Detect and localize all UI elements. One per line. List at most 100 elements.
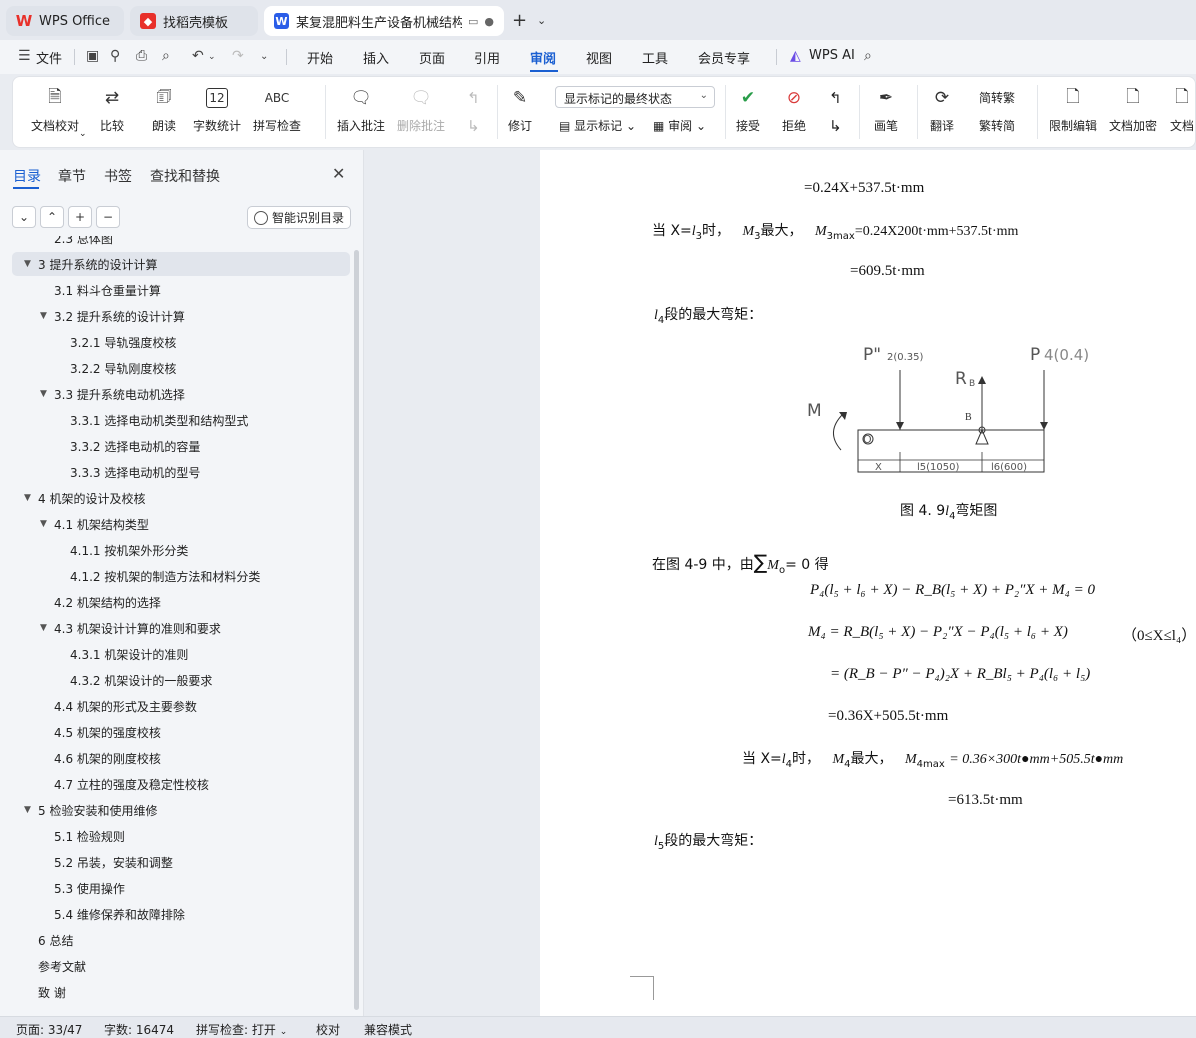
menu-wps-ai[interactable]: WPS AI: [809, 48, 855, 63]
caret-down-icon[interactable]: ▼: [40, 623, 54, 633]
link-icon[interactable]: ⚲: [110, 48, 120, 64]
accept-button[interactable]: ✔ 接受: [735, 85, 761, 134]
reject-button[interactable]: ⊘ 拒绝: [781, 85, 807, 134]
print-preview-icon[interactable]: ⌕: [162, 48, 170, 64]
word-count-button[interactable]: 12 字数统计: [193, 85, 241, 134]
revise-button[interactable]: ✎ 修订: [507, 85, 533, 134]
toc-item[interactable]: 致 谢: [24, 980, 66, 1004]
delete-comment-button[interactable]: 🗨 删除批注: [397, 85, 445, 134]
menu-page[interactable]: 页面: [419, 48, 445, 67]
page-indicator[interactable]: 页面: 33/47: [16, 1021, 82, 1038]
redo-icon[interactable]: ↷: [232, 48, 244, 64]
undo-icon[interactable]: ↶: [192, 48, 204, 64]
menu-file[interactable]: 文件: [36, 48, 62, 67]
tab-bookmarks[interactable]: 书签: [104, 166, 132, 186]
toc-item[interactable]: ▼ 4.1 机架结构类型: [40, 512, 149, 536]
chevron-down-icon[interactable]: ⌄: [208, 52, 216, 62]
show-markup-button[interactable]: ▤ 显示标记 ⌄: [559, 117, 636, 134]
collapse-down-button[interactable]: ⌄: [12, 206, 36, 228]
prev-comment-icon[interactable]: ↰: [467, 89, 480, 107]
menu-reference[interactable]: 引用: [474, 48, 500, 67]
wps-ai-icon[interactable]: ◭: [790, 48, 801, 64]
toc-item[interactable]: 3.2.2 导轨刚度校核: [56, 356, 176, 380]
toc-item[interactable]: 3.3.3 选择电动机的型号: [56, 460, 200, 484]
toc-item[interactable]: 3.3.1 选择电动机类型和结构型式: [56, 408, 248, 432]
toc-item[interactable]: 4.2 机架结构的选择: [40, 590, 161, 614]
caret-down-icon[interactable]: ▼: [40, 311, 54, 321]
add-heading-button[interactable]: +: [68, 206, 92, 228]
toc-item[interactable]: ▼ 5 检验安装和使用维修: [24, 798, 157, 822]
tab-chapters[interactable]: 章节: [58, 166, 86, 186]
search-icon[interactable]: ⌕: [864, 48, 872, 64]
doc-more-button[interactable]: 🗋 文档: [1169, 85, 1195, 134]
compare-button[interactable]: ⇄ 比较: [99, 85, 125, 134]
toc-item[interactable]: 5.1 检验规则: [40, 824, 125, 848]
chevron-down-icon[interactable]: ⌄: [260, 51, 268, 62]
menu-home[interactable]: 开始: [307, 48, 333, 67]
tab-template[interactable]: ◆ 找稻壳模板: [130, 6, 258, 36]
toc-item[interactable]: 3.2.1 导轨强度校核: [56, 330, 176, 354]
insert-comment-button[interactable]: 🗨 插入批注: [337, 85, 385, 134]
toc-item[interactable]: ▼ 3.2 提升系统的设计计算: [40, 304, 185, 328]
print-icon[interactable]: ⎙: [136, 48, 147, 64]
prev-change-icon[interactable]: ↰: [829, 89, 842, 107]
chevron-down-icon[interactable]: ⌄: [79, 129, 87, 139]
toc-item[interactable]: 3.3.2 选择电动机的容量: [56, 434, 200, 458]
remove-heading-button[interactable]: −: [96, 206, 120, 228]
to-simplified-button[interactable]: 繁转简: [979, 117, 1015, 134]
menu-review[interactable]: 审阅: [530, 48, 556, 67]
toc-item[interactable]: 2.3 总体图: [40, 236, 113, 250]
caret-down-icon[interactable]: ▼: [40, 389, 54, 399]
caret-down-icon[interactable]: ▼: [40, 519, 54, 529]
spell-check-button[interactable]: ABC 拼写检查: [253, 85, 301, 134]
toc-item[interactable]: 5.4 维修保养和故障排除: [40, 902, 185, 926]
toc-item[interactable]: 5.3 使用操作: [40, 876, 125, 900]
toc-item[interactable]: 4.6 机架的刚度校核: [40, 746, 161, 770]
toc-item[interactable]: 4.4 机架的形式及主要参数: [40, 694, 197, 718]
toc-item[interactable]: 4.1.1 按机架外形分类: [56, 538, 188, 562]
screen-icon[interactable]: ▭: [468, 15, 478, 28]
chevron-down-icon[interactable]: ⌄: [537, 14, 546, 27]
menu-insert[interactable]: 插入: [363, 48, 389, 67]
tab-toc[interactable]: 目录: [13, 166, 41, 186]
toc-item[interactable]: 3.1 料斗仓重量计算: [40, 278, 161, 302]
unsaved-dot-icon[interactable]: ●: [484, 15, 494, 28]
restrict-edit-button[interactable]: 🗋 限制编辑: [1049, 85, 1097, 134]
spell-check-indicator[interactable]: 拼写检查: 打开 ⌄: [196, 1021, 287, 1038]
toc-item[interactable]: 4.3.2 机架设计的一般要求: [56, 668, 212, 692]
toc-item[interactable]: 4.3.1 机架设计的准则: [56, 642, 188, 666]
read-aloud-button[interactable]: 🗊 朗读: [151, 85, 177, 134]
toc-item[interactable]: ▼ 3 提升系统的设计计算: [12, 252, 350, 276]
toc-item[interactable]: 4.1.2 按机架的制造方法和材料分类: [56, 564, 260, 588]
menu-tools[interactable]: 工具: [642, 48, 668, 67]
to-traditional-button[interactable]: 简转繁: [979, 89, 1015, 106]
caret-down-icon[interactable]: ▼: [24, 805, 38, 815]
new-tab-icon[interactable]: +: [512, 10, 527, 31]
review-pane-button[interactable]: ▦ 审阅 ⌄: [653, 117, 706, 134]
level-up-button[interactable]: ⌃: [40, 206, 64, 228]
sidebar-scrollbar[interactable]: [354, 250, 359, 1010]
close-icon[interactable]: ✕: [332, 164, 345, 183]
save-icon[interactable]: ▣: [86, 48, 99, 64]
caret-down-icon[interactable]: ▼: [24, 493, 38, 503]
tab-wps-office[interactable]: W WPS Office: [6, 6, 124, 36]
menu-view[interactable]: 视图: [586, 48, 612, 67]
smart-toc-button[interactable]: 智能识别目录: [247, 206, 351, 229]
toc-item[interactable]: 4.5 机架的强度校核: [40, 720, 161, 744]
menu-member[interactable]: 会员专享: [698, 48, 750, 67]
tab-document[interactable]: W 某复混肥料生产设备机械结构设计 ▭ ●: [264, 6, 504, 36]
doc-check-button[interactable]: 🗎 文档校对: [31, 85, 79, 134]
toc-item[interactable]: 参考文献: [24, 954, 86, 978]
toc-item[interactable]: ▼ 3.3 提升系统电动机选择: [40, 382, 185, 406]
markup-mode-select[interactable]: 显示标记的最终状态 ⌄: [555, 86, 715, 108]
translate-button[interactable]: ⟳ 翻译: [929, 85, 955, 134]
toc-item[interactable]: 6 总结: [24, 928, 73, 952]
toc-item[interactable]: 4.7 立柱的强度及稳定性校核: [40, 772, 209, 796]
pen-button[interactable]: ✒ 画笔: [873, 85, 899, 134]
toc-item[interactable]: ▼ 4 机架的设计及校核: [24, 486, 145, 510]
proof-indicator[interactable]: 校对: [316, 1021, 340, 1038]
word-count-indicator[interactable]: 字数: 16474: [104, 1021, 174, 1038]
toc-item[interactable]: ▼ 4.3 机架设计计算的准则和要求: [40, 616, 221, 640]
next-change-icon[interactable]: ↳: [829, 117, 842, 135]
tab-find-replace[interactable]: 查找和替换: [150, 166, 220, 186]
